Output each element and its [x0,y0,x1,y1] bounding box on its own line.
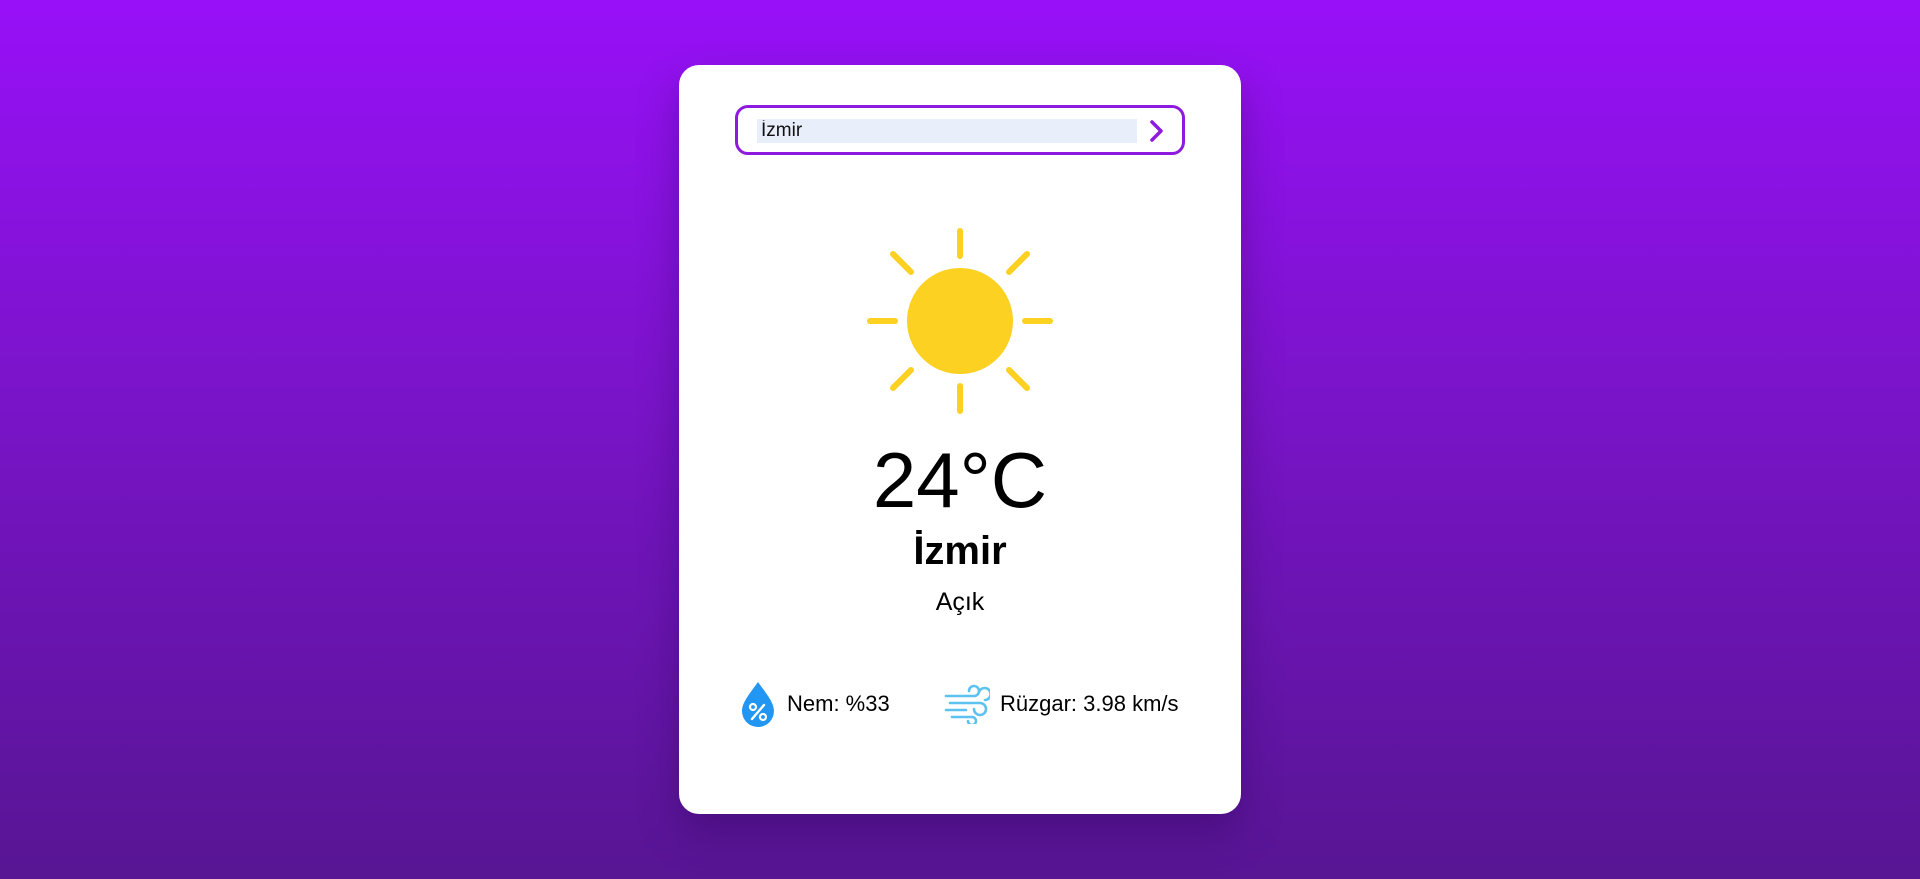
chevron-right-icon [1150,120,1163,142]
city-name: İzmir [913,529,1007,573]
weather-stats: Nem: %33 Rüzgar: 3.98 km/s [739,678,1189,730]
humidity-drop-icon [742,682,774,727]
wind-icon [944,684,990,724]
weather-card: 24°C İzmir Açık Nem: %33 Rüz [679,65,1241,814]
city-search-input[interactable] [757,119,1137,143]
weather-condition: Açık [935,588,985,616]
wind-stat: Rüzgar: 3.98 km/s [944,678,1179,730]
sun-icon [867,228,1053,414]
wind-label: Rüzgar: 3.98 km/s [1000,691,1179,716]
search-bar [735,105,1185,155]
humidity-label: Nem: %33 [787,691,890,716]
humidity-stat: Nem: %33 [739,678,890,730]
temperature-value: 24°C [872,436,1048,524]
search-button[interactable] [1144,118,1170,144]
